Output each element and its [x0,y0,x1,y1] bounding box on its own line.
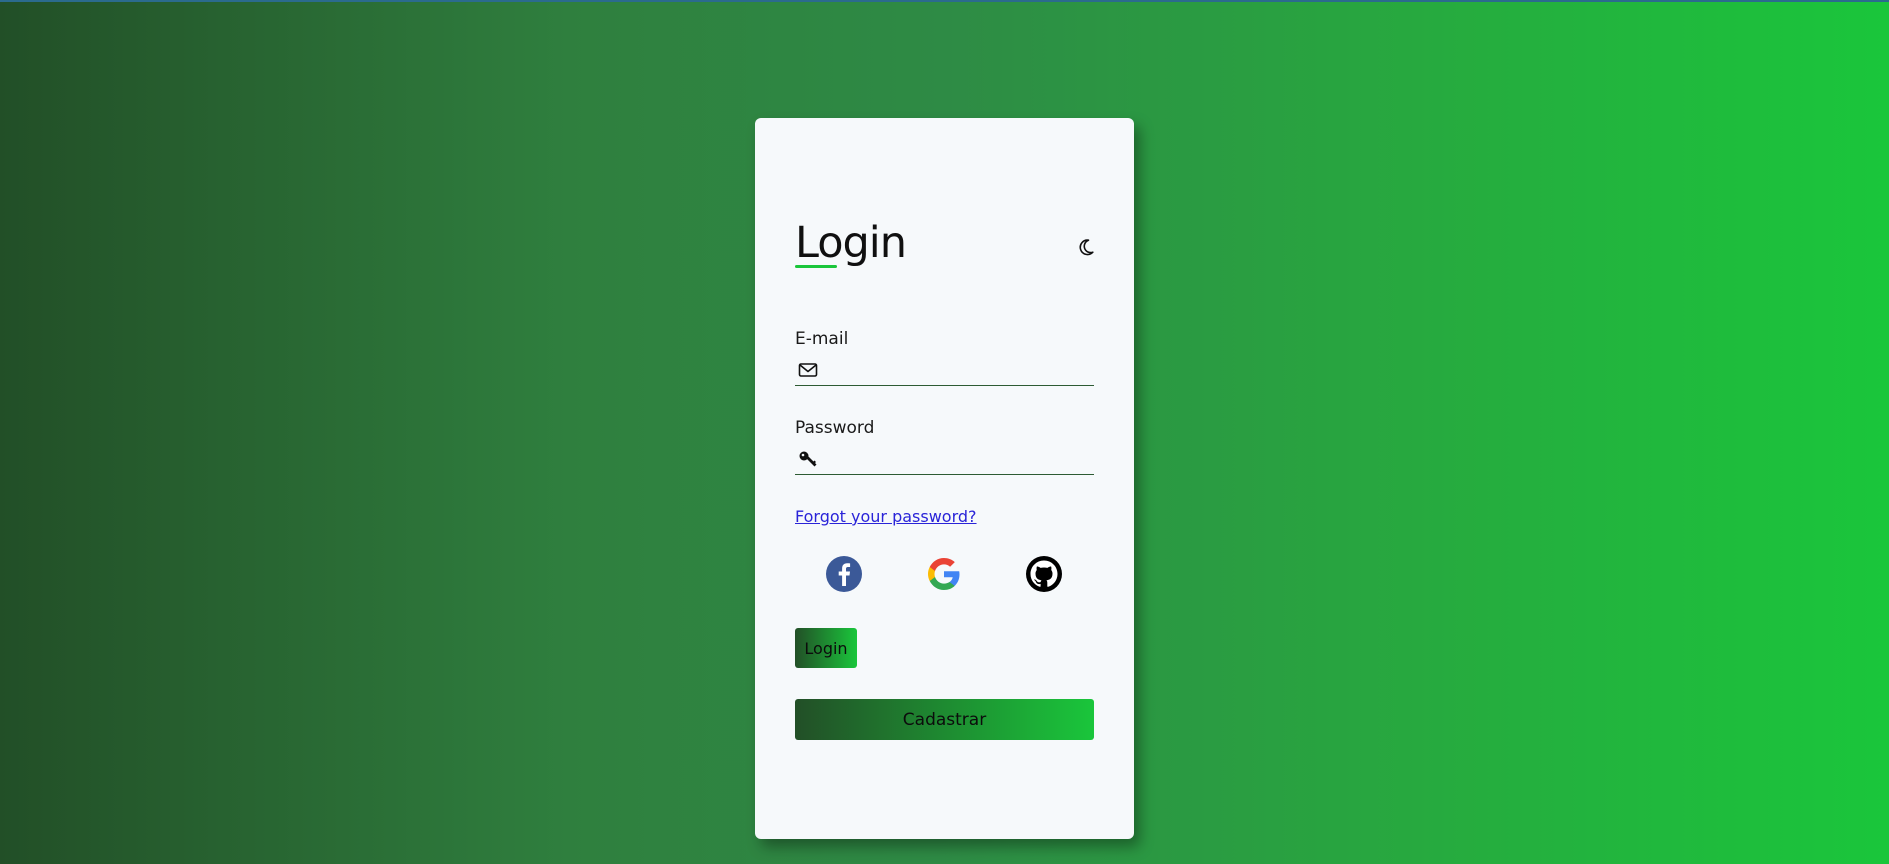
forgot-password-link[interactable]: Forgot your password? [795,507,977,526]
login-button[interactable]: Login [795,628,857,668]
browser-top-border [0,0,1889,2]
password-field-wrapper [795,444,1094,475]
email-field-wrapper [795,355,1094,386]
register-button[interactable]: Cadastrar [795,699,1094,740]
key-icon [799,451,817,467]
facebook-icon[interactable] [825,555,863,593]
page-title: Login [795,218,907,268]
github-icon[interactable] [1025,555,1063,593]
email-input[interactable] [825,357,1094,385]
envelope-icon [798,363,818,377]
email-label: E-mail [795,329,849,349]
google-icon[interactable] [925,555,963,593]
login-card: Login E-mail Password Forgot your passwo… [755,118,1134,839]
title-accent-underline [795,265,837,268]
password-input[interactable] [825,446,1094,474]
moon-icon[interactable] [1076,237,1096,257]
password-label: Password [795,418,875,438]
